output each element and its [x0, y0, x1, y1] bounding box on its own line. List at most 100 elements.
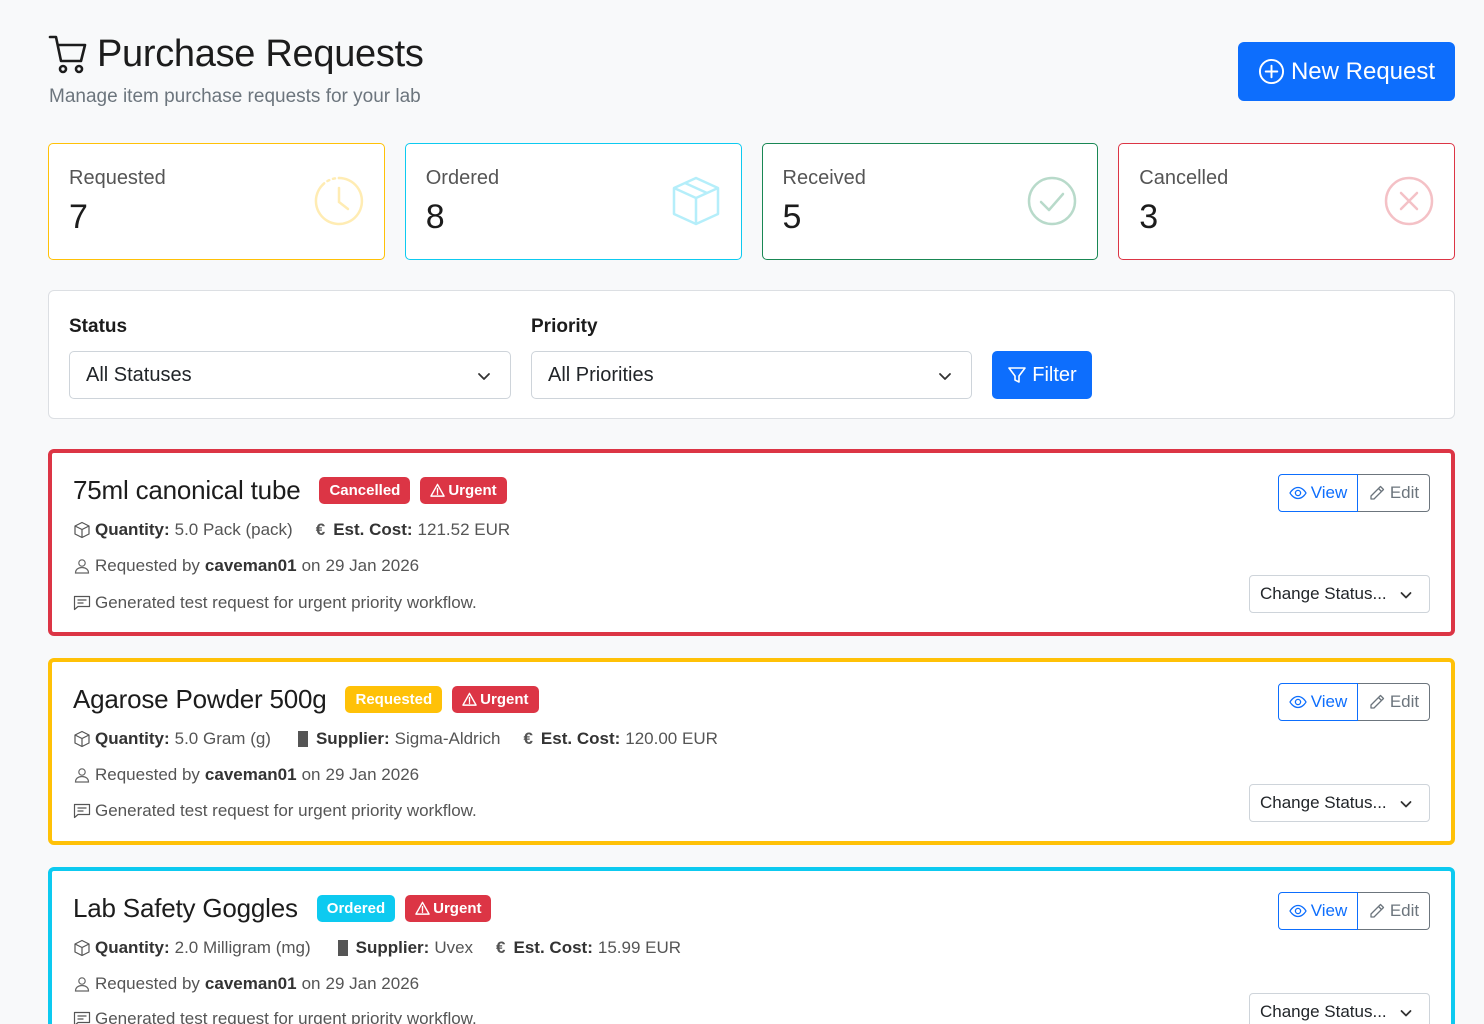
check-circle-icon [1028, 176, 1077, 226]
chevron-down-icon [478, 373, 490, 380]
change-status-select[interactable]: Change Status... [1249, 784, 1430, 822]
details-row: Quantity: 2.0 Milligram (mg) Supplier: U… [73, 938, 704, 958]
requested-by-label: Requested by [95, 556, 200, 575]
stat-label: Cancelled [1139, 167, 1229, 189]
stat-card-cancelled: Cancelled 3 [1118, 143, 1455, 260]
view-button[interactable]: View [1278, 683, 1358, 721]
stat-value: 5 [782, 198, 802, 236]
change-status-select[interactable]: Change Status... [1249, 993, 1430, 1024]
on-label: on [301, 556, 321, 575]
request-title: Lab Safety Goggles [73, 893, 298, 923]
priority-filter-label: Priority [531, 316, 598, 337]
note-item: Generated test request for urgent priori… [73, 801, 477, 821]
eye-icon [1288, 695, 1307, 709]
status-badge: Ordered [316, 895, 396, 922]
stats-row: Requested 7 Ordered 8 Received 5 Cancell… [48, 143, 1455, 260]
note-row: Generated test request for urgent priori… [73, 1009, 500, 1024]
edit-label: Edit [1389, 901, 1420, 920]
view-label: View [1310, 483, 1348, 502]
details-row: Quantity: 5.0 Gram (g) Supplier: Sigma-A… [73, 729, 741, 749]
requester-name: caveman01 [204, 556, 297, 575]
supplier-value: Sigma-Aldrich [394, 729, 501, 748]
view-button[interactable]: View [1278, 474, 1358, 512]
requester-name: caveman01 [204, 765, 297, 784]
request-card: 75ml canonical tube Cancelled Urgent Qua… [48, 449, 1455, 636]
priority-select-value: All Priorities [548, 363, 654, 386]
comment-icon [73, 595, 91, 611]
requester-item: Requested by caveman01 on 29 Jan 2026 [73, 556, 419, 576]
stat-card-requested: Requested 7 [48, 143, 385, 260]
status-badge: Cancelled [319, 477, 411, 504]
requester-row: Requested by caveman01 on 29 Jan 2026 [73, 556, 442, 576]
requester-item: Requested by caveman01 on 29 Jan 2026 [73, 765, 419, 785]
edit-button[interactable]: Edit [1358, 474, 1430, 512]
priority-select[interactable]: All Priorities [531, 351, 972, 399]
stat-value: 7 [69, 198, 88, 236]
on-label: on [301, 974, 321, 993]
priority-label: Urgent [480, 691, 529, 708]
change-status-select[interactable]: Change Status... [1249, 575, 1430, 613]
supplier-item: Supplier: Uvex [334, 938, 473, 958]
status-select[interactable]: All Statuses [69, 351, 511, 399]
pencil-icon [1370, 694, 1384, 709]
box-icon [74, 939, 90, 957]
cart-icon [48, 35, 87, 74]
box-icon [672, 176, 719, 226]
person-icon [74, 559, 90, 574]
change-status-label: Change Status... [1260, 793, 1387, 812]
priority-badge: Urgent [420, 477, 507, 504]
priority-badge: Urgent [452, 686, 539, 713]
building-icon [297, 731, 308, 747]
request-title-row: Lab Safety Goggles Ordered Urgent [73, 893, 501, 924]
edit-label: Edit [1389, 692, 1420, 711]
page-title: Purchase Requests [97, 32, 424, 75]
request-title: 75ml canonical tube [73, 475, 301, 505]
euro-icon: € [315, 520, 326, 539]
details-row: Quantity: 5.0 Pack (pack) € Est. Cost: 1… [73, 520, 533, 540]
warning-triangle-icon [430, 483, 446, 497]
euro-icon: € [523, 729, 533, 748]
chevron-down-icon [1400, 592, 1412, 599]
cost-item: € Est. Cost: 15.99 EUR [496, 938, 681, 958]
warning-triangle-icon [462, 692, 477, 706]
supplier-value: Uvex [434, 938, 474, 957]
filter-button[interactable]: Filter [992, 351, 1092, 399]
supplier-label: Supplier: [315, 729, 390, 748]
note-item: Generated test request for urgent priori… [73, 593, 477, 613]
quantity-value: 2.0 Milligram (mg) [174, 938, 311, 957]
requested-by-label: Requested by [95, 765, 200, 784]
new-request-button[interactable]: New Request [1238, 42, 1455, 101]
eye-icon [1288, 904, 1307, 918]
view-button[interactable]: View [1278, 892, 1358, 930]
chevron-down-icon [1400, 801, 1412, 808]
note-item: Generated test request for urgent priori… [73, 1009, 477, 1024]
comment-icon [73, 1011, 91, 1024]
x-circle-icon [1384, 176, 1434, 226]
quantity-value: 5.0 Gram (g) [174, 729, 271, 748]
clock-icon [314, 176, 363, 226]
request-date: 29 Jan 2026 [325, 765, 420, 784]
stat-label: Ordered [425, 167, 500, 189]
stat-label: Requested [69, 167, 166, 189]
page-subtitle: Manage item purchase requests for your l… [49, 86, 421, 107]
request-note: Generated test request for urgent priori… [95, 593, 477, 612]
stat-value: 3 [1139, 198, 1159, 236]
quantity-label: Quantity: [95, 938, 170, 957]
request-date: 29 Jan 2026 [325, 556, 420, 575]
stat-card-ordered: Ordered 8 [404, 143, 742, 260]
chevron-down-icon [1400, 1010, 1412, 1017]
filter-panel: Status All Statuses Priority All Priorit… [48, 290, 1455, 419]
supplier-item: Supplier: Sigma-Aldrich [294, 729, 500, 749]
priority-badge: Urgent [405, 895, 492, 922]
edit-button[interactable]: Edit [1358, 683, 1430, 721]
request-card: Lab Safety Goggles Ordered Urgent Quanti… [48, 867, 1455, 1024]
note-row: Generated test request for urgent priori… [73, 593, 500, 613]
cost-value: 121.52 EUR [417, 520, 511, 539]
cost-item: € Est. Cost: 120.00 EUR [523, 729, 717, 749]
request-note: Generated test request for urgent priori… [95, 1009, 477, 1024]
comment-icon [73, 803, 91, 819]
edit-button[interactable]: Edit [1358, 892, 1430, 930]
status-select-value: All Statuses [86, 363, 192, 386]
plus-circle-icon [1258, 58, 1284, 85]
stat-label: Received [782, 167, 866, 189]
